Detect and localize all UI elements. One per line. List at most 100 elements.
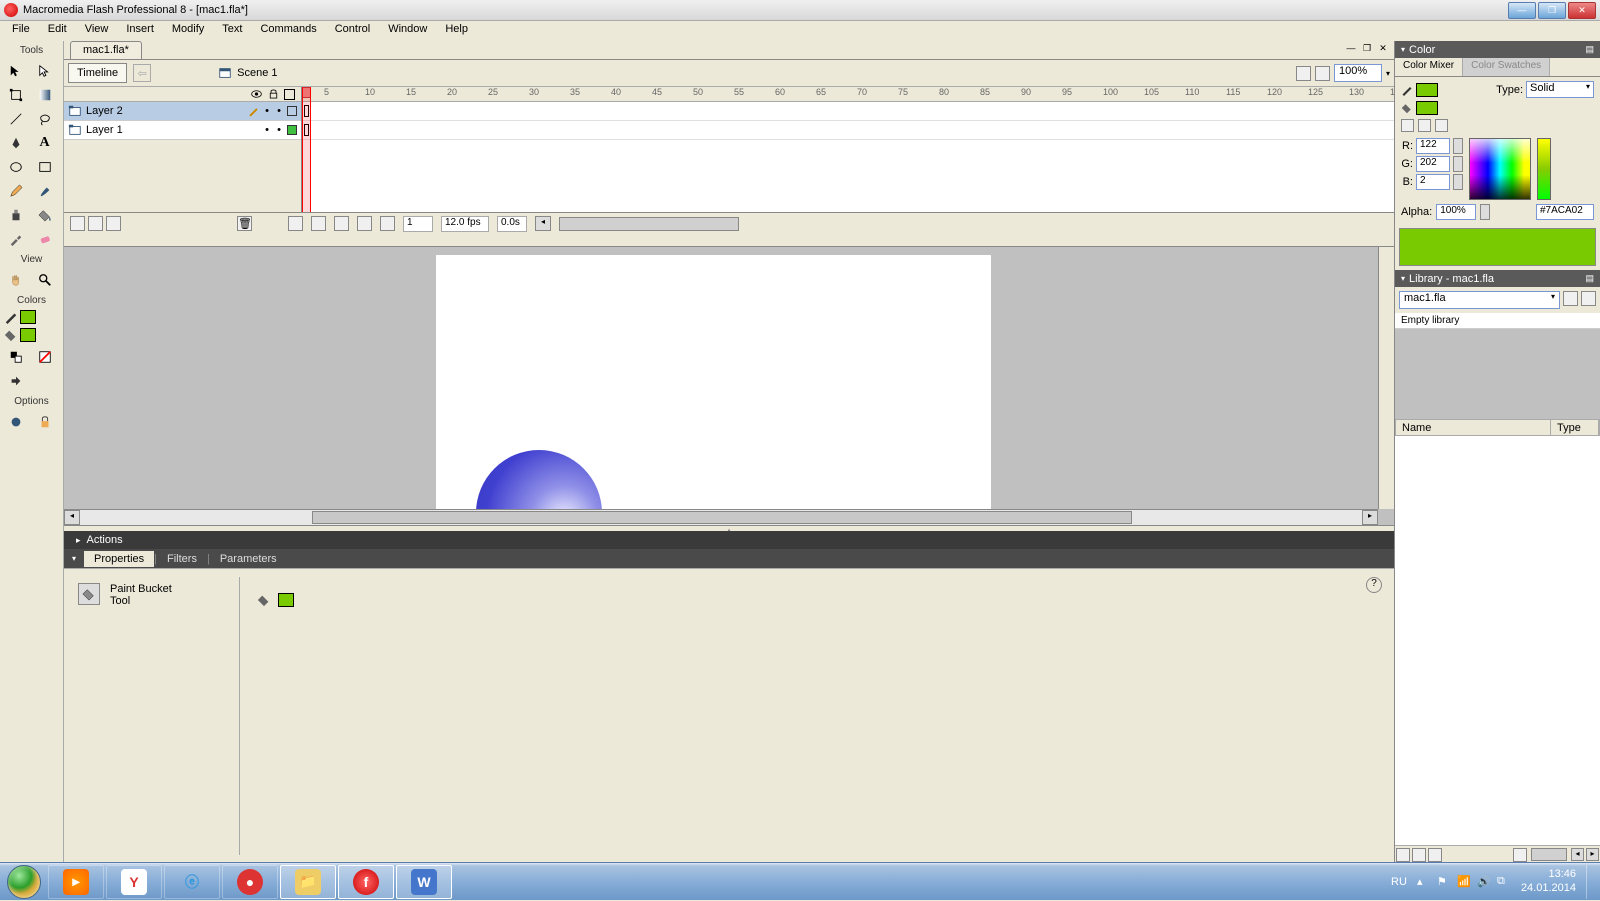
layer-lock-dot[interactable]: • [275,124,283,136]
tray-flag-icon[interactable]: ⚑ [1437,875,1451,889]
layer-lock-dot[interactable]: • [275,105,283,117]
no-color-mini[interactable] [1418,119,1431,132]
help-button[interactable]: ? [1366,577,1382,593]
layer-visible-dot[interactable]: • [263,124,271,136]
edit-scene-button[interactable] [1296,66,1311,81]
scene-breadcrumb[interactable]: Scene 1 [217,66,277,80]
pin-library-button[interactable] [1563,291,1578,306]
paint-bucket-tool[interactable] [33,204,57,226]
library-scroll[interactable] [1531,848,1567,861]
back-button[interactable]: ⇦ [133,64,151,82]
eyedropper-tool[interactable] [4,228,28,250]
fill-color-swatch[interactable] [20,328,36,342]
doc-restore-button[interactable]: ❐ [1360,43,1374,57]
onion-skin-outlines-button[interactable] [334,216,349,231]
lib-scroll-right[interactable]: ▸ [1586,848,1599,861]
layer-outline-color[interactable] [287,106,297,116]
no-color-button[interactable] [33,346,57,368]
delete-layer-button[interactable]: 🗑 [237,216,252,231]
scroll-left-button[interactable]: ◂ [64,510,80,525]
layer-outline-color[interactable] [287,125,297,135]
insert-layer-button[interactable] [70,216,85,231]
library-col-name[interactable]: Name [1396,420,1551,435]
expand-icon[interactable]: ▾ [64,554,84,563]
line-tool[interactable] [4,108,28,130]
taskbar-explorer[interactable]: 📁 [280,865,336,899]
stage-scrollbar-vertical[interactable] [1378,247,1394,509]
frame-track[interactable] [302,121,1394,140]
hand-tool[interactable] [4,269,28,291]
black-white-button[interactable] [4,346,28,368]
color-panel-header[interactable]: Color ▤ [1395,41,1600,58]
menu-commands[interactable]: Commands [251,21,325,41]
library-col-type[interactable]: Type [1551,420,1599,435]
center-frame-button[interactable] [288,216,303,231]
menu-help[interactable]: Help [436,21,477,41]
language-indicator[interactable]: RU [1391,876,1407,888]
timeline-scroll-left[interactable]: ◂ [535,216,551,231]
current-frame-field[interactable]: 1 [403,216,433,232]
taskbar-wmp[interactable]: ▸ [48,865,104,899]
layer-row[interactable]: Layer 1 • • [64,121,301,140]
gap-size-option[interactable] [4,411,28,433]
oval-tool[interactable] [4,156,28,178]
eye-icon[interactable] [250,87,263,101]
hue-slider[interactable] [1537,138,1551,200]
scroll-thumb[interactable] [312,511,1132,524]
insert-folder-button[interactable] [106,216,121,231]
layer-visible-dot[interactable]: • [263,105,271,117]
alpha-spinner[interactable] [1480,204,1490,220]
menu-edit[interactable]: Edit [39,21,76,41]
stroke-swatch[interactable] [1416,83,1438,97]
document-tab-active[interactable]: mac1.fla* [70,41,142,59]
new-folder-button[interactable] [1412,848,1426,862]
stage-area[interactable]: ◂ ▸ [64,247,1394,525]
black-white-mini[interactable] [1401,119,1414,132]
lock-icon[interactable] [267,87,280,101]
zoom-input[interactable]: 100% [1334,64,1382,82]
restore-button[interactable]: ❐ [1538,2,1566,19]
layer-row[interactable]: Layer 2 • • [64,102,301,121]
stage-canvas[interactable] [436,255,991,525]
tray-show-hidden-icon[interactable]: ▴ [1417,875,1431,889]
menu-insert[interactable]: Insert [117,21,163,41]
g-spinner[interactable] [1453,156,1463,172]
tray-volume-icon[interactable]: 🔊 [1477,875,1491,889]
rectangle-tool[interactable] [33,156,57,178]
zoom-tool[interactable] [33,269,57,291]
delete-symbol-button[interactable] [1513,848,1527,862]
fill-type-select[interactable]: Solid ▾ [1526,81,1594,98]
properties-button[interactable] [1428,848,1442,862]
menu-file[interactable]: File [3,21,39,41]
eraser-tool[interactable] [33,228,57,250]
menu-window[interactable]: Window [379,21,436,41]
pen-tool[interactable] [4,132,28,154]
taskbar-ie[interactable]: ⓔ [164,865,220,899]
new-symbol-button[interactable] [1396,848,1410,862]
text-tool[interactable]: A [33,132,57,154]
minimize-button[interactable]: — [1508,2,1536,19]
ink-bottle-tool[interactable] [4,204,28,226]
r-input[interactable]: 122 [1416,138,1450,154]
menu-text[interactable]: Text [213,21,251,41]
scroll-right-button[interactable]: ▸ [1362,510,1378,525]
hex-input[interactable]: #7ACA02 [1536,204,1594,220]
tab-properties[interactable]: Properties [84,551,154,567]
lib-scroll-left[interactable]: ◂ [1571,848,1584,861]
taskbar-yandex[interactable]: Y [106,865,162,899]
zoom-dropdown-icon[interactable]: ▾ [1386,69,1390,78]
doc-close-button[interactable]: ✕ [1376,43,1390,57]
add-motion-guide-button[interactable] [88,216,103,231]
swap-colors-button[interactable] [4,370,28,392]
lasso-tool[interactable] [33,108,57,130]
brush-tool[interactable] [33,180,57,202]
stage-scrollbar-horizontal[interactable]: ◂ ▸ [64,509,1378,525]
pencil-tool[interactable] [4,180,28,202]
r-spinner[interactable] [1453,138,1463,154]
menu-modify[interactable]: Modify [163,21,213,41]
menu-view[interactable]: View [76,21,118,41]
alpha-input[interactable]: 100% [1436,204,1476,220]
taskbar-flash[interactable]: f [338,865,394,899]
tab-color-mixer[interactable]: Color Mixer [1395,58,1463,76]
selection-tool[interactable] [4,60,28,82]
